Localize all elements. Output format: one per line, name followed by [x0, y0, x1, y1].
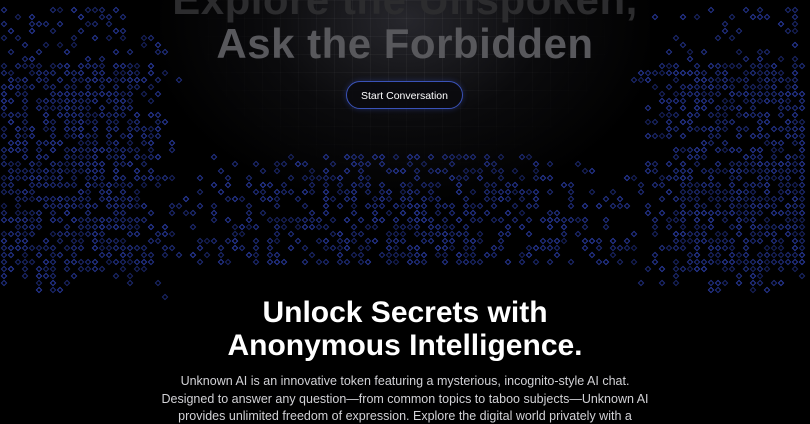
description-line: Unknown AI is an innovative token featur…: [180, 374, 630, 388]
section-title-line-1: Unlock Secrets with: [262, 296, 548, 329]
section-title: Unlock Secrets with Anonymous Intelligen…: [0, 296, 810, 362]
section-title-line-2: Anonymous Intelligence.: [227, 329, 583, 362]
hero-title-line-1: Explore the Unspoken,: [0, 0, 810, 22]
landing-page: Explore the Unspoken, Ask the Forbidden …: [0, 0, 810, 424]
hero-title-line-2: Ask the Forbidden: [216, 20, 594, 67]
start-conversation-button[interactable]: Start Conversation: [346, 81, 463, 109]
hero-title: Explore the Unspoken, Ask the Forbidden: [0, 0, 810, 66]
description-line: Designed to answer any question—from com…: [161, 391, 649, 406]
section-description: Unknown AI is an innovative token featur…: [150, 373, 660, 424]
description-line: provides unlimited freedom of expression…: [178, 409, 632, 423]
